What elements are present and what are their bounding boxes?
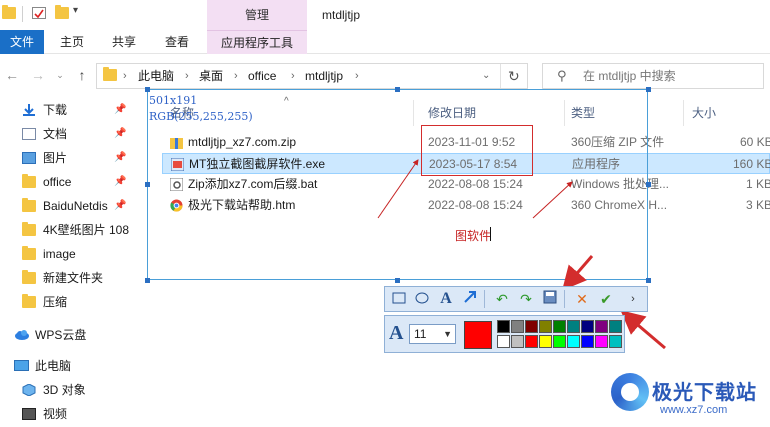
color-swatch[interactable] [497,320,510,333]
font-size-value: 11 [414,327,427,341]
color-swatch[interactable] [567,335,580,348]
color-swatch[interactable] [595,335,608,348]
annotation-arrow [377,159,419,219]
cancel-icon[interactable]: ✕ [572,289,592,309]
font-size-select[interactable]: 11 ▼ [409,324,456,344]
current-color-swatch [464,321,492,349]
screenshot-toolbar: A ↶ ↷ ✕ ✔ › [384,286,648,312]
annotation-arrow [532,181,573,219]
watermark-url: www.xz7.com [660,404,728,416]
save-icon[interactable] [540,289,560,309]
color-swatch[interactable] [581,335,594,348]
style-toolbar: A 11 ▼ [384,315,625,353]
color-swatch[interactable] [525,335,538,348]
color-swatch[interactable] [553,335,566,348]
jiguang-logo-icon [611,373,649,411]
arrow-tool-icon[interactable] [460,289,480,309]
font-icon: A [389,322,404,344]
color-swatch[interactable] [497,335,510,348]
chevron-down-icon: ▼ [443,329,452,339]
pointer-arrow [620,310,666,350]
color-swatch[interactable] [539,320,552,333]
color-swatch[interactable] [511,320,524,333]
pointer-arrow [562,255,594,291]
watermark-name: 极光下载站 [652,382,757,404]
undo-icon[interactable]: ↶ [492,289,512,309]
color-swatch[interactable] [553,320,566,333]
annotation-layer [377,159,666,350]
confirm-check-icon[interactable]: ✔ [596,289,616,309]
more-options-icon[interactable]: › [623,289,643,309]
ellipse-tool-icon[interactable] [412,289,432,309]
color-swatch[interactable] [595,320,608,333]
color-swatch[interactable] [609,320,622,333]
color-swatch[interactable] [525,320,538,333]
color-swatch[interactable] [511,335,524,348]
color-swatch[interactable] [567,320,580,333]
divider [484,290,485,308]
color-swatch[interactable] [609,335,622,348]
color-swatch[interactable] [539,335,552,348]
redo-icon[interactable]: ↷ [516,289,536,309]
divider [564,290,565,308]
text-tool-icon[interactable]: A [436,289,456,309]
color-swatch[interactable] [581,320,594,333]
rectangle-tool-icon[interactable] [389,289,409,309]
